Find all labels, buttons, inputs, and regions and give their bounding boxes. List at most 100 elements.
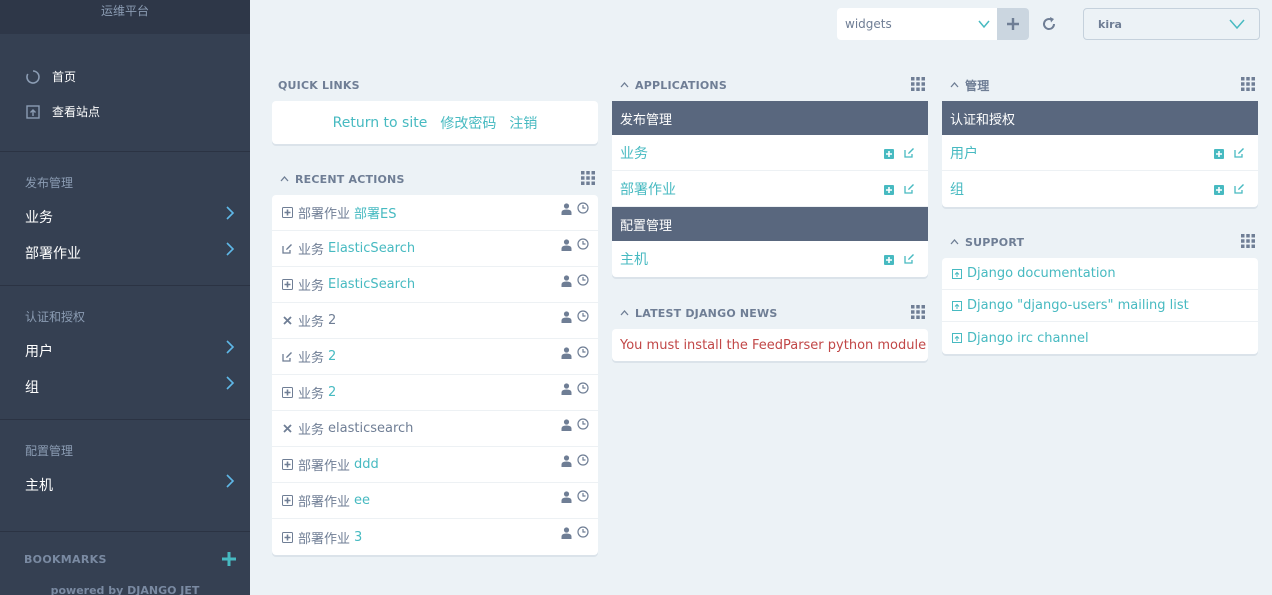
collapse-icon[interactable] xyxy=(950,239,959,245)
add-bookmark-icon[interactable] xyxy=(221,551,237,567)
plus-icon xyxy=(1007,18,1019,30)
sidebar-item-business[interactable]: 业务 xyxy=(0,199,250,235)
drag-grid-icon[interactable] xyxy=(911,305,925,319)
module-title: QUICK LINKS xyxy=(278,78,360,92)
collapse-icon[interactable] xyxy=(620,310,629,316)
model-link[interactable]: 用户 xyxy=(950,143,978,163)
support-link-label: Django irc channel xyxy=(967,330,1089,346)
model-row[interactable]: 业务 xyxy=(612,135,928,171)
recent-action-row: 业务 ElasticSearch xyxy=(272,231,598,267)
add-action-icon xyxy=(282,279,293,290)
add-icon[interactable] xyxy=(1214,185,1224,195)
model-link[interactable]: 业务 xyxy=(620,143,648,163)
user-icon xyxy=(561,311,572,323)
action-object[interactable]: 2 xyxy=(328,349,336,364)
action-model: 业务 xyxy=(298,315,325,330)
powered-by: powered by DJANGO JET xyxy=(50,584,200,595)
widgets-select[interactable]: widgets xyxy=(837,8,997,40)
edit-icon[interactable] xyxy=(1234,147,1245,158)
action-model: 部署作业 xyxy=(298,495,351,510)
sidebar-item-users[interactable]: 用户 xyxy=(0,333,250,369)
link-change-password[interactable]: 修改密码 xyxy=(440,113,496,133)
action-model: 部署作业 xyxy=(298,459,351,474)
sidebar-link-view-site[interactable]: 查看站点 xyxy=(0,94,250,129)
edit-icon[interactable] xyxy=(904,147,915,158)
model-row[interactable]: 组 xyxy=(942,171,1258,207)
news-card: You must install the FeedParser python m… xyxy=(612,329,928,361)
support-link-mailing-list[interactable]: Django "django-users" mailing list xyxy=(942,290,1258,322)
user-icon xyxy=(561,383,572,395)
recent-action-row: 部署作业 部署ES xyxy=(272,195,598,231)
user-icon xyxy=(561,419,572,431)
news-module: LATEST DJANGO NEWS You must install the … xyxy=(612,302,928,361)
collapse-icon[interactable] xyxy=(620,82,629,88)
module-header[interactable]: LATEST DJANGO NEWS xyxy=(612,302,928,324)
model-row[interactable]: 部署作业 xyxy=(612,171,928,207)
sidebar-group-release: 发布管理 业务 部署作业 xyxy=(0,152,250,286)
sidebar-item-label: 部署作业 xyxy=(25,246,81,262)
action-object[interactable]: ddd xyxy=(354,457,379,472)
action-object[interactable]: ElasticSearch xyxy=(328,277,415,292)
drag-grid-icon[interactable] xyxy=(1241,77,1255,91)
module-header[interactable]: RECENT ACTIONS xyxy=(272,168,598,190)
action-object[interactable]: 部署ES xyxy=(354,203,396,222)
drag-grid-icon[interactable] xyxy=(581,171,595,185)
action-object[interactable]: 2 xyxy=(328,385,336,400)
action-model: 部署作业 xyxy=(298,531,351,547)
module-header[interactable]: APPLICATIONS xyxy=(612,74,928,96)
add-icon[interactable] xyxy=(1214,149,1224,159)
quick-links-module: QUICK LINKS Return to site 修改密码 注销 xyxy=(272,74,598,144)
model-row[interactable]: 用户 xyxy=(942,135,1258,171)
clock-icon xyxy=(577,382,589,394)
support-link-irc[interactable]: Django irc channel xyxy=(942,322,1258,354)
action-object[interactable]: 3 xyxy=(354,530,362,545)
sidebar-item-deploy-job[interactable]: 部署作业 xyxy=(0,235,250,271)
sidebar-group-config: 配置管理 主机 xyxy=(0,420,250,517)
refresh-icon[interactable] xyxy=(1040,15,1058,33)
clock-icon xyxy=(577,202,589,214)
recent-action-row: 业务 ElasticSearch xyxy=(272,267,598,303)
sidebar-item-label: 用户 xyxy=(25,344,53,360)
collapse-icon[interactable] xyxy=(950,82,959,88)
add-icon[interactable] xyxy=(884,149,894,159)
action-model: 业务 xyxy=(298,387,325,402)
model-link[interactable]: 部署作业 xyxy=(620,179,676,199)
edit-icon[interactable] xyxy=(904,183,915,194)
link-logout[interactable]: 注销 xyxy=(509,113,537,133)
user-menu[interactable]: kira xyxy=(1083,8,1260,40)
chevron-right-icon xyxy=(226,206,235,220)
module-header[interactable]: 管理 xyxy=(942,74,1258,96)
sidebar-item-hosts[interactable]: 主机 xyxy=(0,467,250,503)
edit-icon[interactable] xyxy=(1234,183,1245,194)
sidebar-item-label: 组 xyxy=(25,380,39,396)
support-link-docs[interactable]: Django documentation xyxy=(942,258,1258,290)
recent-action-row: 业务 2 xyxy=(272,303,598,339)
drag-grid-icon[interactable] xyxy=(1241,234,1255,248)
edit-icon[interactable] xyxy=(904,253,915,264)
add-icon[interactable] xyxy=(884,255,894,265)
action-object[interactable]: ee xyxy=(354,493,370,508)
module-header[interactable]: SUPPORT xyxy=(942,231,1258,253)
model-row[interactable]: 主机 xyxy=(612,241,928,277)
user-icon xyxy=(561,491,572,503)
link-return-to-site[interactable]: Return to site xyxy=(333,115,428,131)
app-header[interactable]: 认证和授权 xyxy=(942,101,1258,135)
clock-icon xyxy=(577,490,589,502)
sidebar-item-label: 业务 xyxy=(25,210,53,226)
action-object[interactable]: ElasticSearch xyxy=(328,241,415,256)
add-widget-button[interactable] xyxy=(997,8,1029,40)
recent-actions-list: 部署作业 部署ES 业务 ElasticSearch 业务 ElasticSearch 业务… xyxy=(272,195,598,555)
model-link[interactable]: 主机 xyxy=(620,249,648,269)
add-icon[interactable] xyxy=(884,185,894,195)
model-link[interactable]: 组 xyxy=(950,179,964,199)
user-name: kira xyxy=(1098,17,1122,31)
quick-links-card: Return to site 修改密码 注销 xyxy=(272,101,598,144)
support-module: SUPPORT Django documentation Django "dja… xyxy=(942,231,1258,354)
drag-grid-icon[interactable] xyxy=(911,77,925,91)
collapse-icon[interactable] xyxy=(280,176,289,182)
chevron-down-icon xyxy=(978,20,990,29)
sidebar-item-groups[interactable]: 组 xyxy=(0,369,250,405)
sidebar-link-home[interactable]: 首页 xyxy=(0,59,250,94)
app-header[interactable]: 配置管理 xyxy=(612,207,928,241)
app-header[interactable]: 发布管理 xyxy=(612,101,928,135)
